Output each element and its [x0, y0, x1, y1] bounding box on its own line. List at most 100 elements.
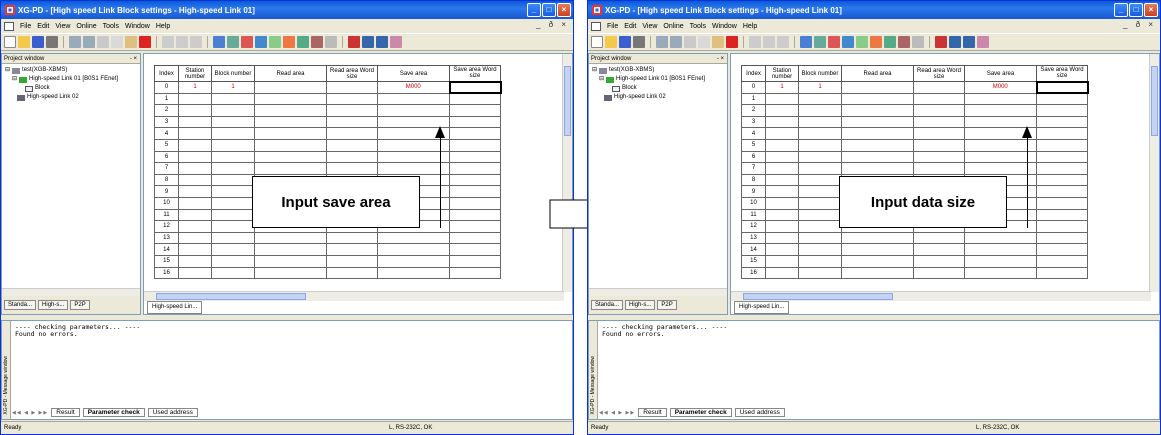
tree-node-link01[interactable]: ⊟ High-speed Link 01 [B0S1 FEnet] — [5, 75, 140, 84]
grid-cell[interactable] — [326, 231, 378, 245]
grid-cell[interactable] — [377, 231, 450, 245]
scroll-thumb[interactable] — [1151, 66, 1158, 136]
grid-cell[interactable] — [377, 150, 450, 164]
grid-cell[interactable] — [964, 162, 1037, 175]
open-icon[interactable] — [18, 36, 30, 48]
grid-cell[interactable] — [765, 104, 799, 117]
tool-icon[interactable] — [311, 36, 323, 48]
grid-cell[interactable] — [254, 150, 327, 164]
grid-cell[interactable] — [765, 254, 799, 268]
grid-cell[interactable] — [841, 243, 914, 256]
grid-cell[interactable] — [765, 208, 799, 222]
mdi-controls[interactable]: _ ð × — [536, 20, 569, 29]
grid-cell[interactable] — [449, 266, 501, 280]
cell-read-area[interactable] — [254, 81, 327, 94]
grid-cell[interactable] — [913, 243, 965, 256]
tree-node-block[interactable]: Block — [5, 84, 140, 93]
tool-icon[interactable] — [763, 36, 775, 48]
cell-station-number[interactable]: 1 — [765, 81, 799, 94]
grid-cell[interactable] — [765, 150, 799, 164]
grid-cell[interactable] — [798, 254, 842, 268]
grid-cell[interactable] — [211, 127, 255, 140]
grid-cell[interactable] — [449, 173, 501, 187]
grid-cell[interactable] — [1036, 208, 1088, 222]
grid-cell[interactable] — [326, 92, 378, 106]
title-bar[interactable]: XG-PD - [High speed Link Block settings … — [588, 1, 1160, 19]
tool-icon[interactable] — [325, 36, 337, 48]
tab-standard[interactable]: Standa... — [591, 300, 624, 310]
grid-cell[interactable] — [449, 138, 501, 152]
grid-cell[interactable] — [211, 115, 255, 129]
grid-cell[interactable] — [211, 220, 255, 233]
tool-icon[interactable] — [176, 36, 188, 48]
grid-cell[interactable] — [841, 127, 914, 140]
tool-icon[interactable] — [241, 36, 253, 48]
grid-cell[interactable] — [178, 243, 212, 256]
grid-cell[interactable] — [798, 150, 842, 164]
tool-icon[interactable] — [255, 36, 267, 48]
tool-icon[interactable] — [977, 36, 989, 48]
menu-view[interactable]: View — [642, 23, 657, 30]
grid-cell[interactable] — [211, 92, 255, 106]
grid-cell[interactable] — [178, 162, 212, 175]
grid-cell[interactable] — [798, 138, 842, 152]
mdi-controls[interactable]: _ ð × — [1123, 20, 1156, 29]
grid-cell[interactable] — [178, 150, 212, 164]
menu-window[interactable]: Window — [712, 23, 737, 30]
tool-icon[interactable] — [814, 36, 826, 48]
cell-station-number[interactable]: 1 — [178, 81, 212, 94]
editor-document-tab[interactable]: High-speed Lin... — [147, 301, 203, 314]
grid-cell[interactable] — [798, 185, 842, 198]
grid-cell[interactable] — [326, 150, 378, 164]
grid-cell[interactable] — [326, 115, 378, 129]
delete-icon[interactable] — [726, 36, 738, 48]
grid-cell[interactable] — [798, 220, 842, 233]
grid-cell[interactable] — [798, 127, 842, 140]
paste-icon[interactable] — [125, 36, 137, 48]
menu-tools[interactable]: Tools — [690, 23, 706, 30]
minimize-button[interactable]: _ — [1114, 3, 1128, 17]
tool-icon[interactable] — [227, 36, 239, 48]
tab-parameter-check[interactable]: Parameter check — [82, 408, 145, 417]
redo-icon[interactable] — [83, 36, 95, 48]
title-bar[interactable]: XG-PD - [High speed Link Block settings … — [1, 1, 573, 19]
grid-cell[interactable] — [178, 231, 212, 245]
grid-cell[interactable] — [1036, 150, 1088, 164]
grid-cell[interactable] — [1036, 196, 1088, 210]
tab-result[interactable]: Result — [51, 408, 80, 417]
menu-view[interactable]: View — [55, 23, 70, 30]
grid-cell[interactable] — [765, 231, 799, 245]
tool-icon[interactable] — [348, 36, 360, 48]
grid-cell[interactable] — [798, 231, 842, 245]
grid-cell[interactable] — [765, 162, 799, 175]
connect-icon[interactable] — [213, 36, 225, 48]
undo-icon[interactable] — [69, 36, 81, 48]
redo-icon[interactable] — [670, 36, 682, 48]
grid-cell[interactable] — [913, 231, 965, 245]
grid-cell[interactable] — [211, 173, 255, 187]
grid-cell[interactable] — [913, 254, 965, 268]
paste-icon[interactable] — [712, 36, 724, 48]
grid-cell[interactable] — [1036, 138, 1088, 152]
menu-tools[interactable]: Tools — [103, 23, 119, 30]
tool-icon[interactable] — [949, 36, 961, 48]
tool-icon[interactable] — [828, 36, 840, 48]
grid-cell[interactable] — [211, 266, 255, 280]
grid-cell[interactable] — [211, 138, 255, 152]
grid-cell[interactable] — [1036, 115, 1088, 129]
grid-cell[interactable] — [211, 243, 255, 256]
grid-cell[interactable] — [449, 104, 501, 117]
grid-cell[interactable] — [254, 162, 327, 175]
grid-cell[interactable] — [798, 196, 842, 210]
grid-cell[interactable] — [765, 266, 799, 280]
editor-document-tab[interactable]: High-speed Lin... — [734, 301, 790, 314]
grid-cell[interactable] — [211, 254, 255, 268]
grid-cell[interactable] — [178, 266, 212, 280]
tool-icon[interactable] — [362, 36, 374, 48]
grid-cell[interactable] — [326, 138, 378, 152]
grid-cell[interactable] — [211, 185, 255, 198]
pin-close-icon[interactable]: - × — [130, 56, 137, 62]
grid-cell[interactable] — [1036, 92, 1088, 106]
grid-cell[interactable] — [765, 185, 799, 198]
grid-cell[interactable] — [798, 208, 842, 222]
